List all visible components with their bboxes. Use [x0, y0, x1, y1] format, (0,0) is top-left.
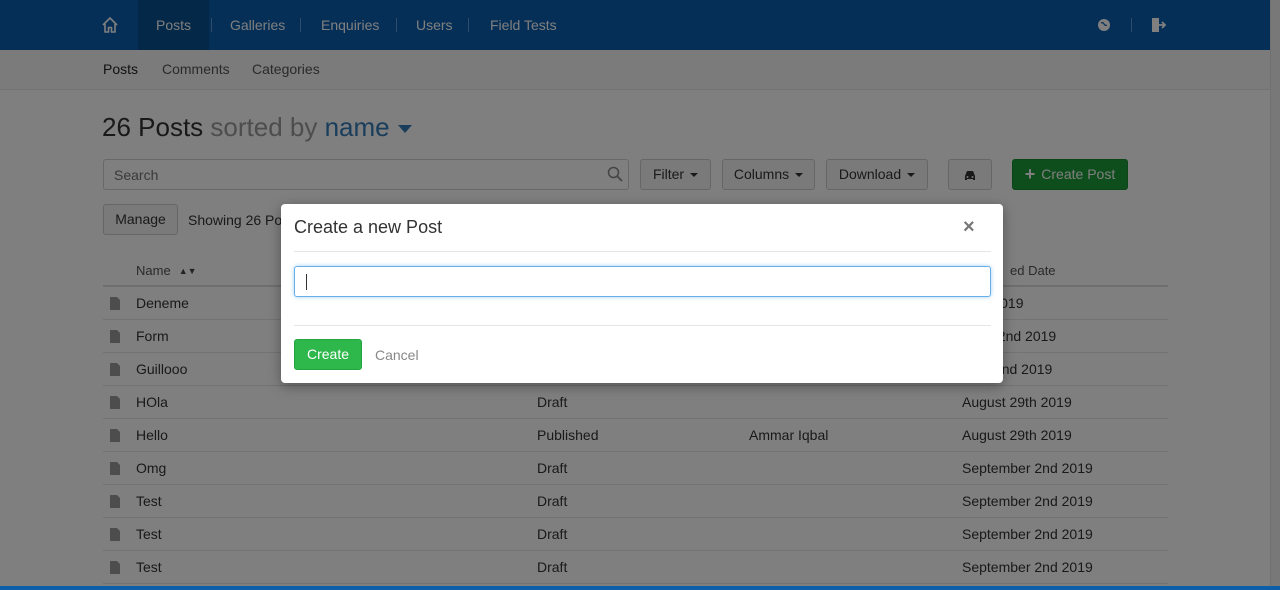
close-icon[interactable]: ×	[963, 217, 975, 237]
modal-divider	[294, 325, 991, 326]
cancel-button[interactable]: Cancel	[375, 347, 419, 363]
post-name-input[interactable]	[294, 266, 991, 297]
modal-divider	[294, 251, 991, 252]
create-button[interactable]: Create	[294, 339, 362, 370]
text-cursor	[306, 274, 307, 290]
bottom-strip	[0, 586, 1280, 590]
create-post-modal: Create a new Post × Create Cancel	[281, 204, 1003, 383]
modal-title: Create a new Post	[294, 217, 443, 237]
